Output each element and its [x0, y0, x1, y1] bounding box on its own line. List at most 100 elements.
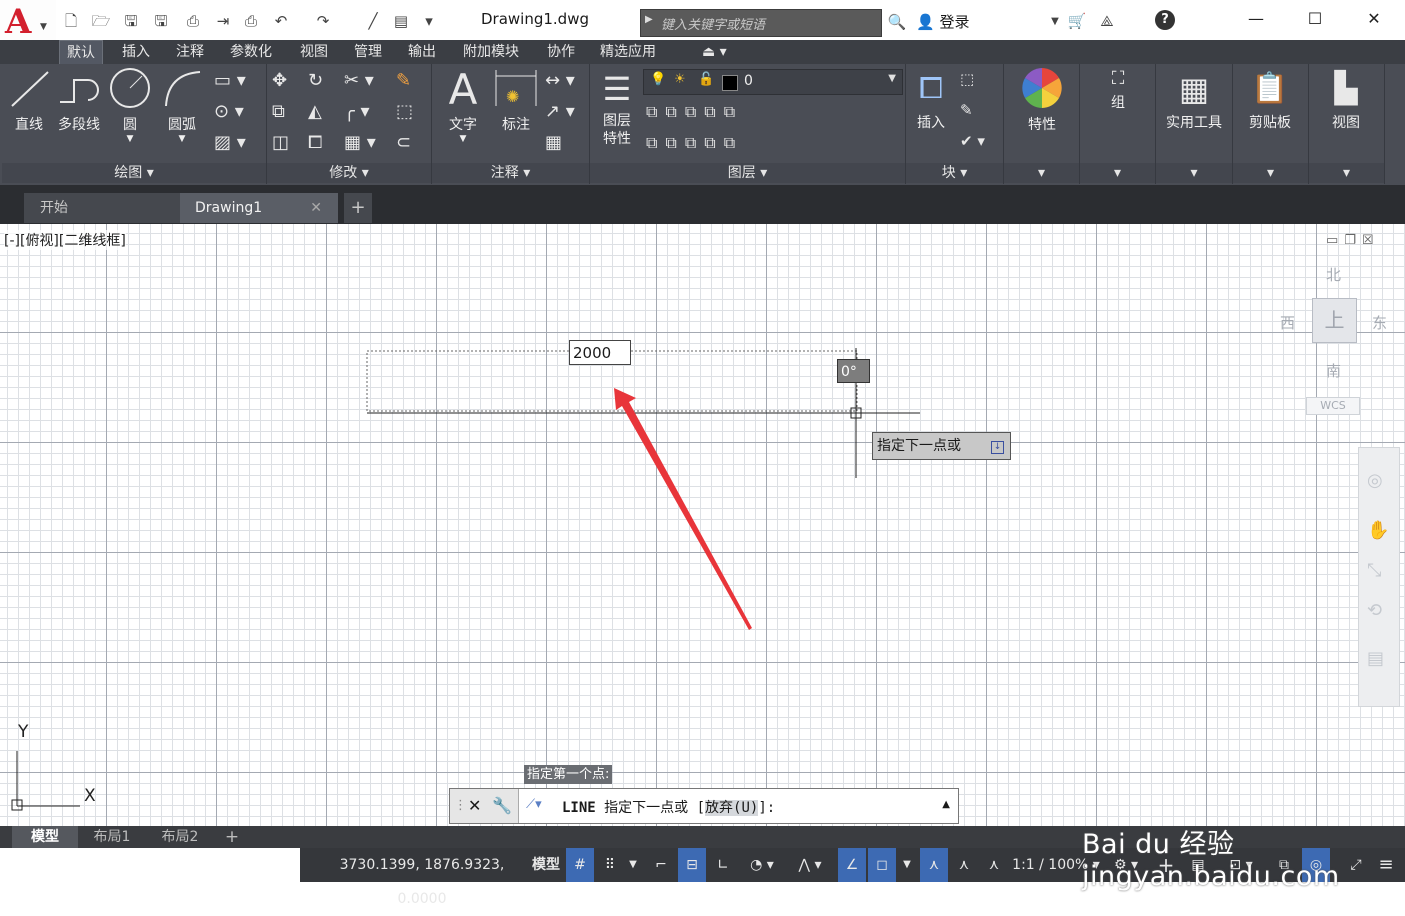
viewport-window-controls[interactable]: ▭❐☒ [1326, 233, 1380, 248]
tab-drawing1[interactable]: Drawing1 ✕ [180, 193, 338, 223]
tab-default[interactable]: 默认 [59, 40, 103, 65]
line-button[interactable]: 直线 [6, 66, 52, 164]
dynamic-prompt-tooltip[interactable]: 指定下一点或 ↓ [872, 432, 1011, 460]
insert-block-button[interactable]: ⧠ 插入 [908, 66, 954, 164]
tab-addins[interactable]: 附加模块 [456, 40, 526, 64]
print-icon[interactable]: ⎙ [240, 10, 262, 32]
cart-icon[interactable]: 🛒 [1066, 10, 1088, 32]
new-icon[interactable]: 🗋 [60, 10, 82, 32]
model-space-toggle[interactable]: 模型 [528, 848, 564, 882]
tab-parametric[interactable]: 参数化 [223, 40, 279, 64]
command-line[interactable]: ⋮ ✕ 🔧 ⟋▾ LINE 指定下一点或 [放弃(U)]: ▲ [449, 788, 959, 824]
orbit-icon[interactable]: ⟲ [1367, 600, 1382, 621]
mirror-icon[interactable]: ◭ [308, 101, 322, 122]
layer-properties-button[interactable]: ☰ 图层 特性 [594, 66, 640, 164]
fillet-icon[interactable]: ╭ ▾ [344, 101, 370, 122]
view-button[interactable]: ▙ 视图 [1314, 66, 1378, 164]
chevron-down-icon[interactable]: ▼ [624, 848, 642, 882]
trim-icon[interactable]: ✂ ▾ [344, 70, 374, 91]
annotation-visibility-icon[interactable]: ⋏ [920, 848, 948, 882]
properties-button[interactable]: 特性 [1014, 66, 1070, 164]
snap-icon[interactable]: ⠿ [598, 848, 622, 882]
tab-options-icon[interactable]: ⏏ ▾ [695, 40, 734, 64]
showmotion-icon[interactable]: ▤ [1367, 648, 1384, 669]
move-icon[interactable]: ✥ [272, 70, 287, 91]
scale-icon[interactable]: ⧠ [308, 132, 322, 153]
viewcube-top-face[interactable]: 上 [1312, 298, 1357, 343]
close-icon[interactable]: ✕ [468, 796, 481, 815]
dynamic-input-icon[interactable]: ⊟ [678, 848, 706, 882]
arc-button[interactable]: 圆弧 ▼ [158, 66, 206, 164]
tab-manage[interactable]: 管理 [347, 40, 389, 64]
object-snap-icon[interactable]: ◻ [868, 848, 896, 882]
tab-layout1[interactable]: 布局1 [80, 826, 144, 848]
copy-icon[interactable]: ⧉ [272, 101, 285, 122]
chevron-down-icon[interactable]: ▾ [1004, 163, 1079, 183]
dynamic-input-angle[interactable]: 0° [837, 359, 870, 383]
circle-button[interactable]: 圆 ▼ [106, 66, 154, 164]
infer-constraints-icon[interactable]: ⌐ [648, 848, 674, 882]
undo-icon[interactable]: ↶ [270, 10, 292, 32]
explode-icon[interactable]: ⬚ [396, 101, 413, 122]
ellipse-icon[interactable]: ⊙ ▾ [214, 101, 244, 122]
binoculars-icon[interactable]: 🔍 [886, 11, 908, 33]
saveas-icon[interactable]: 🖫 [150, 10, 172, 32]
chevron-down-icon[interactable]: ▾ [1309, 163, 1384, 183]
group-button[interactable]: ⛶ 组 [1090, 66, 1146, 164]
command-prompt[interactable]: LINE 指定下一点或 [放弃(U)]: [562, 797, 775, 817]
auto-scale-icon[interactable]: ⋏ [950, 848, 978, 882]
command-expand-icon[interactable]: ▲ [942, 799, 950, 810]
chevron-down-icon[interactable]: ▾ [1080, 163, 1155, 183]
viewcube-west[interactable]: 西 [1280, 312, 1295, 333]
panel-annotation-title[interactable]: 注释 ▾ [432, 163, 589, 183]
grip-icon[interactable]: ⋮ [454, 798, 467, 813]
isometric-icon[interactable]: ⋀ ▾ [788, 848, 832, 882]
close-icon[interactable]: ✕ [310, 193, 322, 223]
stretch-icon[interactable]: ◫ [272, 132, 289, 153]
annotation-scale-icon[interactable]: ⋏ [980, 848, 1008, 882]
command-option-undo[interactable]: 放弃(U) [705, 800, 759, 816]
tab-model[interactable]: 模型 [12, 826, 78, 848]
navigation-bar[interactable]: ◎ ✋ ⤡ ⟲ ▤ [1358, 447, 1400, 707]
rotate-icon[interactable]: ↻ [308, 70, 323, 91]
dimension-button[interactable]: ✺ 标注 [492, 66, 540, 164]
create-block-icon[interactable]: ⬚ [960, 70, 974, 88]
block-attribute-icon[interactable]: ✔ ▾ [960, 132, 985, 150]
tab-collaborate[interactable]: 协作 [540, 40, 582, 64]
steering-wheel-icon[interactable]: ◎ [1367, 470, 1383, 491]
linear-dim-icon[interactable]: ↔ ▾ [545, 70, 575, 91]
tab-view[interactable]: 视图 [293, 40, 335, 64]
redo-icon[interactable]: ↷ [312, 10, 334, 32]
save-icon[interactable]: 🖫 [120, 10, 142, 32]
chevron-down-icon[interactable]: ▾ [1156, 163, 1232, 183]
down-arrow-icon[interactable]: ↓ [991, 441, 1004, 454]
tab-annotate[interactable]: 注释 [169, 40, 211, 64]
chevron-down-icon[interactable]: ▼ [898, 848, 916, 882]
new-tab-button[interactable]: + [344, 193, 372, 223]
open-icon[interactable]: 🗁 [90, 10, 112, 32]
minimize-button[interactable]: — [1236, 6, 1276, 32]
wcs-menu[interactable]: WCS [1306, 397, 1360, 415]
import-icon[interactable]: ⎙ [182, 10, 204, 32]
text-button[interactable]: A 文字 ▼ [440, 66, 486, 164]
search-input[interactable]: ▶ 键入关键字或短语 [640, 9, 882, 37]
clipboard-button[interactable]: 📋 剪贴板 [1238, 66, 1302, 164]
command-recent-icon[interactable]: ⟋▾ [526, 797, 542, 812]
object-snap-tracking-icon[interactable]: ∠ [838, 848, 866, 882]
tab-featured-apps[interactable]: 精选应用 [593, 40, 663, 64]
export-icon[interactable]: ⇥ [212, 10, 234, 32]
panel-layers-title[interactable]: 图层 ▾ [590, 163, 905, 183]
wrench-icon[interactable]: 🔧 [492, 796, 512, 815]
sign-in-button[interactable]: 👤 登录 [916, 11, 969, 32]
panel-draw-title[interactable]: 绘图 ▾ [2, 163, 266, 183]
viewcube-south[interactable]: 南 [1326, 360, 1341, 381]
add-layout-button[interactable]: + [218, 826, 246, 848]
tab-start[interactable]: 开始 [24, 193, 182, 223]
layer-tools-row2-icon[interactable]: ⧉⧉⧉⧉⧉ [646, 133, 743, 153]
rectangle-icon[interactable]: ▭ ▾ [214, 70, 246, 91]
application-menu-button[interactable]: A ▼ [0, 0, 56, 42]
edit-block-icon[interactable]: ✎ [960, 101, 973, 119]
polyline-button[interactable]: 多段线 [54, 66, 104, 164]
hatch-icon[interactable]: ▨ ▾ [214, 132, 246, 153]
a360-icon[interactable]: ⟁ [1096, 10, 1118, 32]
